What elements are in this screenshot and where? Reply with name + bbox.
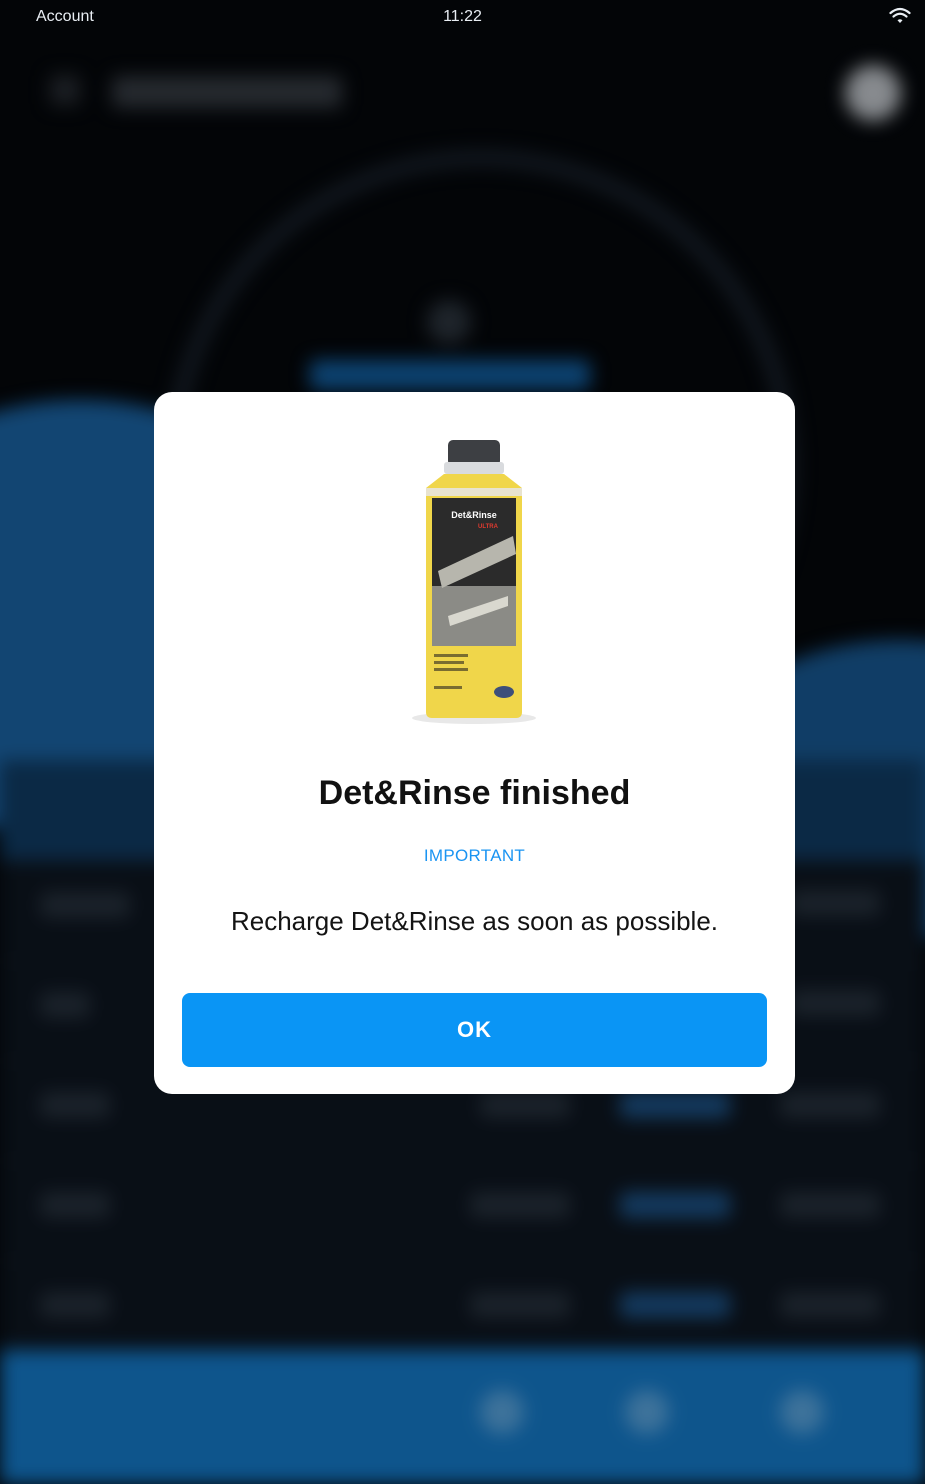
det-rinse-bottle-image: Det&Rinse ULTRA [412, 440, 536, 724]
dialog-title: Det&Rinse finished [318, 774, 631, 812]
bottle-label: Det&Rinse [451, 510, 497, 520]
status-time: 11:22 [443, 8, 482, 25]
screen: Account 11:22 Det&Rinse ULTRA Det&Rinse … [0, 0, 925, 1484]
alert-dialog: Det&Rinse ULTRA Det&Rinse finished IMPOR… [154, 392, 795, 1094]
bottle-sublabel: ULTRA [478, 524, 499, 530]
dialog-message: Recharge Det&Rinse as soon as possible. [230, 906, 719, 936]
dialog-tag: IMPORTANT [423, 846, 526, 865]
ok-button[interactable]: OK [182, 993, 767, 1067]
status-bar: Account 11:22 [0, 0, 925, 36]
wifi-icon [889, 7, 911, 23]
